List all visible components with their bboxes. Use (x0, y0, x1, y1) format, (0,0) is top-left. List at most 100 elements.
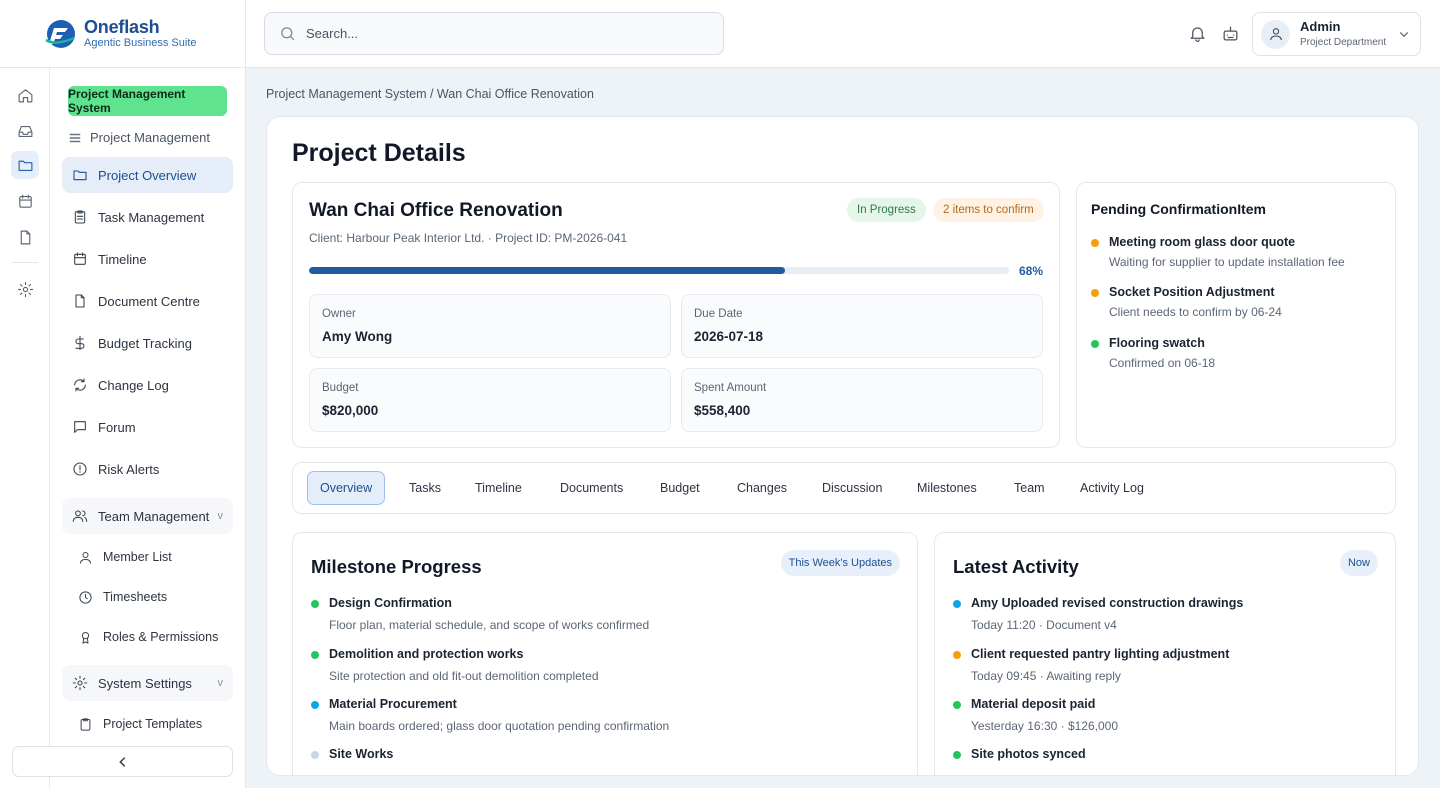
sidebar-item-task-management[interactable]: Task Management (62, 199, 233, 235)
settings-gear-icon[interactable] (11, 275, 39, 303)
file-icon (75, 294, 85, 308)
alert-icon (73, 462, 87, 476)
sidebar-group-label: System Settings (98, 675, 192, 691)
tab-discussion[interactable]: Discussion (810, 471, 894, 505)
sidebar-item-change-log[interactable]: Change Log (62, 367, 233, 403)
avatar (1261, 19, 1290, 49)
activity-title-text: Material deposit paid (971, 697, 1096, 711)
budget-label: Budget (322, 382, 359, 394)
project-details-panel: Project Details Wan Chai Office Renovati… (266, 116, 1419, 776)
notification-bell-icon[interactable] (1186, 22, 1208, 44)
calendar-icon[interactable] (11, 187, 39, 215)
weekly-updates-badge[interactable]: This Week's Updates (780, 550, 900, 576)
sidebar-item-timeline[interactable]: Timeline (62, 241, 233, 277)
sidebar-item-project-overview[interactable]: Project Overview (62, 157, 233, 193)
milestone-title-text: Design Confirmation (329, 596, 452, 610)
sidebar-subitem-member-list[interactable]: Member List (78, 543, 172, 571)
sidebar-item-label: Risk Alerts (98, 461, 160, 477)
spent-value: $558,400 (694, 403, 751, 418)
detail-tabs: Overview Tasks Timeline Documents Budget… (292, 462, 1396, 514)
sidebar-subitem-roles-permissions[interactable]: Roles & Permissions (78, 623, 218, 651)
milestone-progress-card: Milestone Progress This Week's Updates D… (292, 532, 918, 775)
sidebar-item-document-centre[interactable]: Document Centre (62, 283, 233, 319)
sidebar-collapse-button[interactable] (12, 746, 233, 777)
status-dot (953, 600, 961, 608)
sidebar-subitem-timesheets[interactable]: Timesheets (78, 583, 167, 611)
folder-icon[interactable] (11, 151, 39, 179)
sidebar: Oneflash Agentic Business Suite Project … (0, 0, 246, 788)
owner-box: Owner Amy Wong (309, 294, 671, 358)
milestone-row: Material Procurement Main boards ordered… (311, 697, 669, 733)
now-badge[interactable]: Now (1339, 550, 1378, 576)
sidebar-group-team-management[interactable]: Team Management v (62, 498, 233, 534)
sidebar-item-forum[interactable]: Forum (62, 409, 233, 445)
pending-item-title: Socket Position Adjustment (1109, 285, 1275, 299)
milestone-sub-text: Floor plan, material schedule, and scope… (329, 618, 650, 632)
dollar-icon (75, 335, 85, 351)
chevron-left-icon (118, 756, 125, 767)
due-date-label: Due Date (694, 308, 743, 320)
activity-title: Latest Activity (953, 556, 1079, 577)
sidebar-subitem-project-templates[interactable]: Project Templates (78, 710, 202, 738)
milestone-title-text: Demolition and protection works (329, 647, 524, 661)
document-icon[interactable] (11, 223, 39, 251)
sidebar-item-risk-alerts[interactable]: Risk Alerts (62, 451, 233, 487)
pending-item-title: Meeting room glass door quote (1109, 235, 1296, 249)
tab-team[interactable]: Team (1002, 471, 1057, 505)
system-badge[interactable]: Project Management System (68, 86, 227, 116)
status-dot (953, 701, 961, 709)
status-dot (953, 651, 961, 659)
activity-row: Material deposit paid Yesterday 16:30 · … (953, 697, 1118, 733)
tab-overview[interactable]: Overview (307, 471, 386, 505)
milestone-row: Demolition and protection works Site pro… (311, 647, 599, 683)
page-title: Project Details (292, 139, 466, 167)
pending-item[interactable]: Meeting room glass door quote Waiting fo… (1091, 235, 1345, 269)
sidebar-group-system-settings[interactable]: System Settings v (62, 665, 233, 701)
milestone-row: Design Confirmation Floor plan, material… (311, 596, 649, 632)
sidebar-item-budget-tracking[interactable]: Budget Tracking (62, 325, 233, 361)
status-dot (1091, 340, 1099, 348)
brand-logo[interactable]: Oneflash Agentic Business Suite (0, 0, 245, 68)
activity-sub-text: Today 09:45 · Awaiting reply (971, 669, 1121, 683)
due-date-box: Due Date 2026-07-18 (681, 294, 1043, 358)
tab-tasks[interactable]: Tasks (397, 471, 453, 505)
breadcrumb[interactable]: Project Management System / Wan Chai Off… (266, 87, 594, 101)
tab-documents[interactable]: Documents (548, 471, 635, 505)
milestone-title: Milestone Progress (311, 556, 482, 577)
budget-box: Budget $820,000 (309, 368, 671, 432)
hamburger-icon (69, 133, 81, 142)
tab-milestones[interactable]: Milestones (905, 471, 989, 505)
home-icon[interactable] (11, 81, 39, 109)
menu-section-header: Project Management (68, 130, 210, 145)
sidebar-subitem-label: Timesheets (103, 590, 168, 604)
refresh-icon (74, 378, 86, 392)
milestone-sub-text: Site protection and old fit-out demoliti… (329, 669, 599, 683)
clipboard-icon (74, 210, 86, 224)
sidebar-item-label: Forum (98, 419, 136, 435)
pending-item[interactable]: Flooring swatch Confirmed on 06-18 (1091, 336, 1215, 370)
assistant-robot-icon[interactable] (1219, 22, 1241, 44)
activity-sub-text: Today 11:20 · Document v4 (971, 618, 1117, 632)
user-menu[interactable]: Admin Project Department (1252, 12, 1421, 56)
due-date-value: 2026-07-18 (694, 329, 764, 344)
status-dot (311, 651, 319, 659)
search-input[interactable] (306, 26, 686, 41)
tab-timeline[interactable]: Timeline (463, 471, 534, 505)
brand-name: Oneflash (84, 17, 160, 37)
sidebar-subitem-label: Roles & Permissions (103, 630, 219, 644)
pending-item-sub: Confirmed on 06-18 (1109, 356, 1216, 370)
status-dot (1091, 239, 1099, 247)
project-name: Wan Chai Office Renovation (309, 200, 563, 221)
tab-changes[interactable]: Changes (725, 471, 799, 505)
owner-label: Owner (322, 308, 356, 320)
badge-icon (81, 631, 90, 644)
tab-budget[interactable]: Budget (648, 471, 712, 505)
activity-title-text: Client requested pantry lighting adjustm… (971, 647, 1230, 661)
sidebar-item-label: Task Management (98, 209, 205, 225)
pending-title: Pending ConfirmationItem (1091, 201, 1266, 217)
confirm-count-badge[interactable]: 2 items to confirm (933, 198, 1044, 222)
search-box[interactable] (264, 12, 724, 55)
tab-activity-log[interactable]: Activity Log (1068, 471, 1156, 505)
inbox-icon[interactable] (11, 117, 39, 145)
pending-item[interactable]: Socket Position Adjustment Client needs … (1091, 285, 1282, 319)
